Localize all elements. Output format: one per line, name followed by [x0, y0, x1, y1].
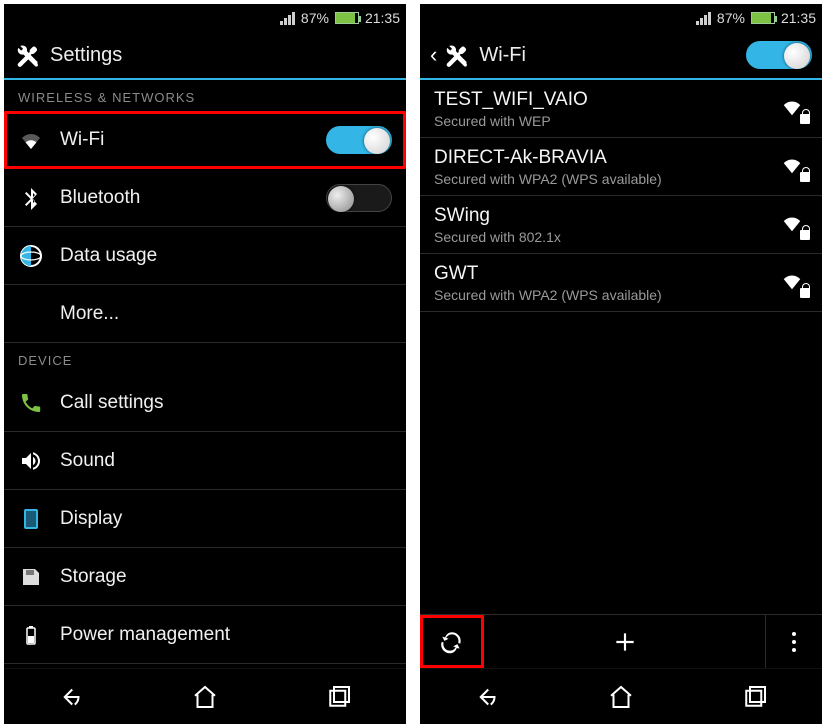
nav-recent[interactable]	[272, 669, 406, 724]
display-icon	[18, 506, 44, 532]
row-storage[interactable]: Storage	[4, 548, 406, 606]
row-bluetooth[interactable]: Bluetooth	[4, 169, 406, 227]
network-desc: Secured with WPA2 (WPS available)	[434, 287, 762, 303]
network-desc: Secured with WPA2 (WPS available)	[434, 171, 762, 187]
signal-icon	[696, 11, 711, 25]
network-list: TEST_WIFI_VAIO Secured with WEP DIRECT-A…	[420, 80, 822, 614]
network-row[interactable]: DIRECT-Ak-BRAVIA Secured with WPA2 (WPS …	[420, 138, 822, 196]
settings-screen: 87% 21:35 Settings WIRELESS & NETWORKS W…	[4, 4, 406, 724]
nav-home[interactable]	[554, 669, 688, 724]
row-storage-label: Storage	[60, 566, 392, 588]
wifi-icon	[18, 127, 44, 153]
clock: 21:35	[365, 10, 400, 26]
row-sound-label: Sound	[60, 450, 392, 472]
wifi-secure-icon	[778, 212, 808, 238]
row-call-settings[interactable]: Call settings	[4, 374, 406, 432]
clock: 21:35	[781, 10, 816, 26]
overflow-menu-button[interactable]	[766, 615, 822, 668]
nav-bar	[420, 668, 822, 724]
nav-bar	[4, 668, 406, 724]
row-sound[interactable]: Sound	[4, 432, 406, 490]
row-call-label: Call settings	[60, 392, 392, 414]
row-power[interactable]: Power management	[4, 606, 406, 664]
battery-pct: 87%	[301, 10, 329, 26]
wps-button[interactable]	[420, 615, 484, 668]
status-bar: 87% 21:35	[4, 4, 406, 32]
back-icon[interactable]: ‹	[430, 42, 437, 68]
header-title: Settings	[50, 44, 122, 67]
row-display-label: Display	[60, 508, 392, 530]
wifi-screen: 87% 21:35 ‹ Wi-Fi TEST_WIFI_VAIO Secured…	[420, 4, 822, 724]
wifi-secure-icon	[778, 96, 808, 122]
network-desc: Secured with WEP	[434, 113, 762, 129]
data-usage-icon	[18, 243, 44, 269]
bluetooth-toggle[interactable]	[326, 184, 392, 212]
battery-icon	[751, 12, 775, 24]
add-network-button[interactable]	[484, 615, 766, 668]
overflow-icon	[792, 632, 796, 652]
network-row[interactable]: TEST_WIFI_VAIO Secured with WEP	[420, 80, 822, 138]
power-icon	[18, 622, 44, 648]
wifi-toggle[interactable]	[326, 126, 392, 154]
network-ssid: DIRECT-Ak-BRAVIA	[434, 147, 762, 169]
header-title: Wi-Fi	[479, 44, 526, 67]
signal-icon	[280, 11, 295, 25]
row-more-label: More...	[60, 303, 392, 325]
settings-list: WIRELESS & NETWORKS Wi-Fi Bluetooth Dat	[4, 80, 406, 668]
row-wifi-label: Wi-Fi	[60, 129, 310, 151]
spacer	[18, 301, 44, 327]
row-power-label: Power management	[60, 624, 392, 646]
section-wireless: WIRELESS & NETWORKS	[4, 80, 406, 111]
section-device: DEVICE	[4, 343, 406, 374]
row-data-usage-label: Data usage	[60, 245, 392, 267]
network-desc: Secured with 802.1x	[434, 229, 762, 245]
network-ssid: TEST_WIFI_VAIO	[434, 89, 762, 111]
wifi-master-toggle[interactable]	[746, 41, 812, 69]
wifi-secure-icon	[778, 270, 808, 296]
network-ssid: GWT	[434, 263, 762, 285]
sound-icon	[18, 448, 44, 474]
battery-pct: 87%	[717, 10, 745, 26]
battery-icon	[335, 12, 359, 24]
nav-back[interactable]	[4, 669, 138, 724]
phone-icon	[18, 390, 44, 416]
network-ssid: SWing	[434, 205, 762, 227]
row-data-usage[interactable]: Data usage	[4, 227, 406, 285]
settings-tools-icon	[443, 42, 469, 68]
nav-home[interactable]	[138, 669, 272, 724]
nav-back[interactable]	[420, 669, 554, 724]
network-row[interactable]: GWT Secured with WPA2 (WPS available)	[420, 254, 822, 312]
action-bar	[420, 614, 822, 668]
nav-recent[interactable]	[688, 669, 822, 724]
header: Settings	[4, 32, 406, 80]
bluetooth-icon	[18, 185, 44, 211]
storage-icon	[18, 564, 44, 590]
row-more[interactable]: More...	[4, 285, 406, 343]
settings-tools-icon	[14, 42, 40, 68]
network-row[interactable]: SWing Secured with 802.1x	[420, 196, 822, 254]
wifi-secure-icon	[778, 154, 808, 180]
row-wifi[interactable]: Wi-Fi	[4, 111, 406, 169]
row-bluetooth-label: Bluetooth	[60, 187, 310, 209]
status-bar: 87% 21:35	[420, 4, 822, 32]
header[interactable]: ‹ Wi-Fi	[420, 32, 822, 80]
row-display[interactable]: Display	[4, 490, 406, 548]
